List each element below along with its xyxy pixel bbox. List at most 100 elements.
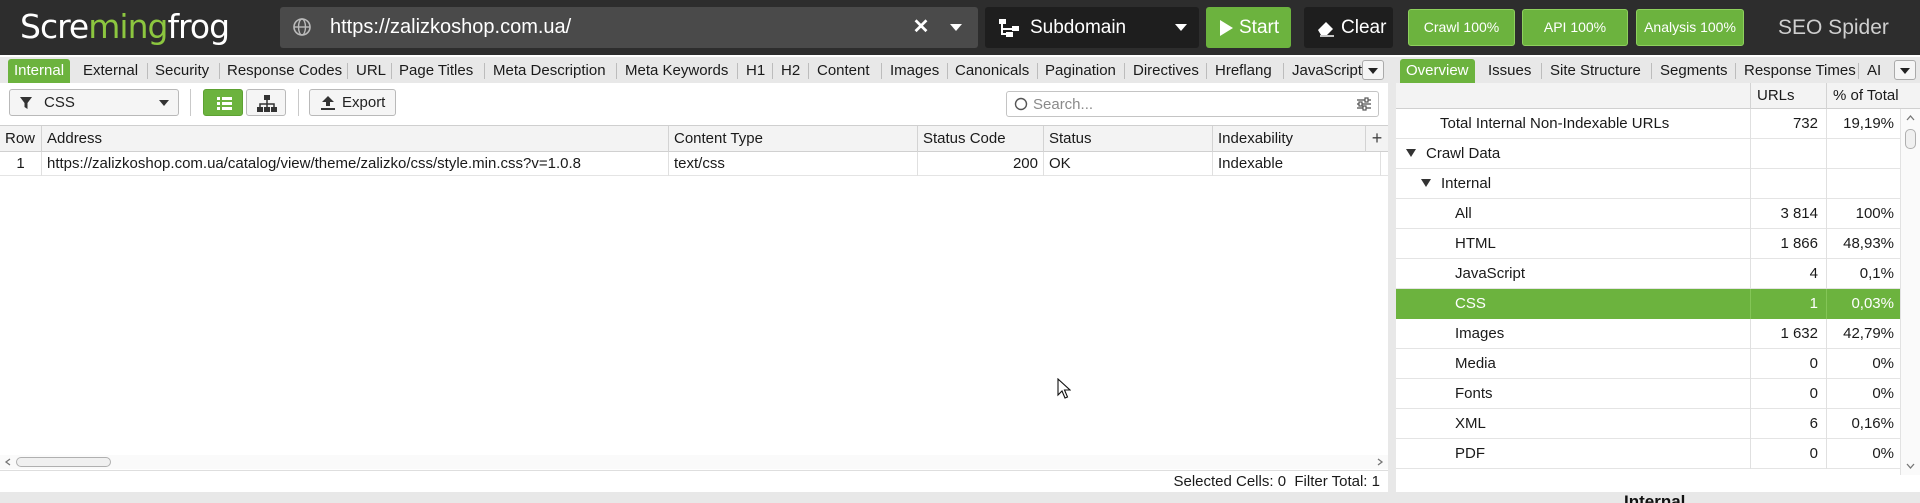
horizontal-scrollbar[interactable] [0, 455, 1388, 469]
upload-icon [321, 96, 335, 110]
search-field[interactable] [1006, 91, 1379, 117]
tab-internal[interactable]: Internal [8, 59, 71, 83]
overview-row[interactable]: Crawl Data [1396, 139, 1900, 169]
overview-row[interactable]: PDF 0 0% [1396, 439, 1900, 469]
tab-divider [772, 63, 773, 79]
cell-status-code[interactable]: 200 [918, 152, 1044, 176]
overview-row[interactable]: JavaScript 4 0,1% [1396, 259, 1900, 289]
row-percent: 42,79% [1826, 319, 1900, 349]
tab-divider [881, 63, 882, 79]
cell-status[interactable]: OK [1044, 152, 1213, 176]
toolbar-divider [190, 89, 191, 116]
export-button[interactable]: Export [309, 89, 396, 116]
main-tab-strip: Internal External Security Response Code… [0, 57, 1388, 83]
url-bar[interactable]: https://zalizkoshop.com.ua/ ✕ [280, 7, 978, 48]
column-header-indexability[interactable]: Indexability [1213, 126, 1366, 152]
chevron-down-icon [1175, 24, 1187, 31]
tab-response-times[interactable]: Response Times [1738, 59, 1862, 83]
more-tabs-dropdown[interactable] [1362, 60, 1384, 80]
row-urls: 3 814 [1750, 199, 1826, 229]
table-row[interactable]: 1 https://zalizkoshop.com.ua/catalog/vie… [0, 152, 1388, 176]
row-percent: 0,03% [1826, 289, 1900, 319]
tab-url[interactable]: URL [350, 59, 392, 83]
scroll-right-icon[interactable] [1376, 458, 1384, 466]
tab-canonicals[interactable]: Canonicals [949, 59, 1035, 83]
crawl-mode-dropdown[interactable]: Subdomain [985, 7, 1199, 48]
column-header-content-type[interactable]: Content Type [669, 126, 918, 152]
url-history-dropdown-icon[interactable] [945, 16, 967, 38]
tab-directives[interactable]: Directives [1127, 59, 1205, 83]
tab-page-titles[interactable]: Page Titles [393, 59, 479, 83]
tab-meta-keywords[interactable]: Meta Keywords [619, 59, 734, 83]
tab-images[interactable]: Images [884, 59, 945, 83]
filter-dropdown[interactable]: CSS [9, 89, 179, 116]
tab-divider [616, 63, 617, 79]
more-overview-tabs-dropdown[interactable] [1894, 60, 1916, 80]
column-header-address[interactable]: Address [42, 126, 669, 152]
tab-security[interactable]: Security [149, 59, 215, 83]
tab-segments[interactable]: Segments [1654, 59, 1734, 83]
scroll-down-icon[interactable] [1906, 462, 1915, 470]
column-header-status[interactable]: Status [1044, 126, 1213, 152]
url-input[interactable]: https://zalizkoshop.com.ua/ [330, 7, 571, 48]
overview-row[interactable]: All 3 814 100% [1396, 199, 1900, 229]
overview-row[interactable]: HTML 1 866 48,93% [1396, 229, 1900, 259]
scroll-up-icon[interactable] [1906, 114, 1915, 122]
panel-splitter[interactable] [1388, 57, 1396, 503]
tab-overview[interactable]: Overview [1400, 59, 1475, 83]
tab-hreflang[interactable]: Hreflang [1209, 59, 1278, 83]
row-urls: 4 [1750, 259, 1826, 289]
overview-row[interactable]: Total Internal Non-Indexable URLs 732 19… [1396, 109, 1900, 139]
overview-row[interactable]: Fonts 0 0% [1396, 379, 1900, 409]
expand-triangle-icon[interactable] [1406, 149, 1416, 158]
vertical-scrollbar[interactable] [1900, 109, 1920, 475]
tab-meta-description[interactable]: Meta Description [487, 59, 612, 83]
add-column-icon[interactable]: + [1366, 126, 1388, 152]
column-header-row[interactable]: Row [0, 126, 42, 152]
tab-divider [737, 63, 738, 79]
row-percent: 0% [1826, 349, 1900, 379]
expand-triangle-icon[interactable] [1421, 179, 1431, 188]
tab-pagination[interactable]: Pagination [1039, 59, 1122, 83]
row-percent: 0% [1826, 439, 1900, 469]
search-input[interactable] [1033, 94, 1333, 114]
tab-ai[interactable]: AI [1861, 59, 1891, 83]
scrollbar-thumb[interactable] [16, 457, 111, 467]
tab-response-codes[interactable]: Response Codes [221, 59, 348, 83]
tab-issues[interactable]: Issues [1482, 59, 1537, 83]
tab-divider [947, 63, 948, 79]
column-header-status-code[interactable]: Status Code [918, 126, 1044, 152]
sliders-icon[interactable] [1356, 97, 1372, 111]
row-urls: 0 [1750, 439, 1826, 469]
row-label: JavaScript [1455, 265, 1526, 282]
overview-row[interactable]: Media 0 0% [1396, 349, 1900, 379]
overview-row[interactable]: XML 6 0,16% [1396, 409, 1900, 439]
tab-site-structure[interactable]: Site Structure [1544, 59, 1647, 83]
scroll-left-icon[interactable] [4, 458, 12, 466]
overview-row-selected[interactable]: CSS 1 0,03% [1396, 289, 1900, 319]
top-toolbar: Scremingfrog https://zalizkoshop.com.ua/… [0, 0, 1920, 55]
status-bar: Selected Cells: 0 Filter Total: 1 [0, 470, 1388, 492]
scrollbar-thumb[interactable] [1905, 129, 1916, 149]
list-view-button[interactable] [203, 89, 243, 116]
tab-external[interactable]: External [77, 59, 144, 83]
tab-divider [1037, 63, 1038, 79]
column-header-urls[interactable]: URLs [1750, 83, 1826, 109]
cell-content-type[interactable]: text/css [669, 152, 918, 176]
tree-view-button[interactable] [246, 89, 286, 116]
tab-h2[interactable]: H2 [775, 59, 806, 83]
clear-url-icon[interactable]: ✕ [910, 16, 932, 38]
overview-row[interactable]: Images 1 632 42,79% [1396, 319, 1900, 349]
start-button[interactable]: Start [1206, 7, 1291, 48]
cell-indexability[interactable]: Indexable [1213, 152, 1381, 176]
tab-h1[interactable]: H1 [740, 59, 771, 83]
clear-button[interactable]: Clear [1304, 7, 1393, 48]
tab-divider [1651, 63, 1652, 79]
row-percent: 100% [1826, 199, 1900, 229]
overview-row[interactable]: Internal [1396, 169, 1900, 199]
cell-address[interactable]: https://zalizkoshop.com.ua/catalog/view/… [42, 152, 669, 176]
tab-content[interactable]: Content [811, 59, 876, 83]
tab-javascript[interactable]: JavaScript [1286, 59, 1362, 83]
row-percent [1826, 169, 1900, 199]
column-header-percent[interactable]: % of Total [1826, 83, 1900, 109]
